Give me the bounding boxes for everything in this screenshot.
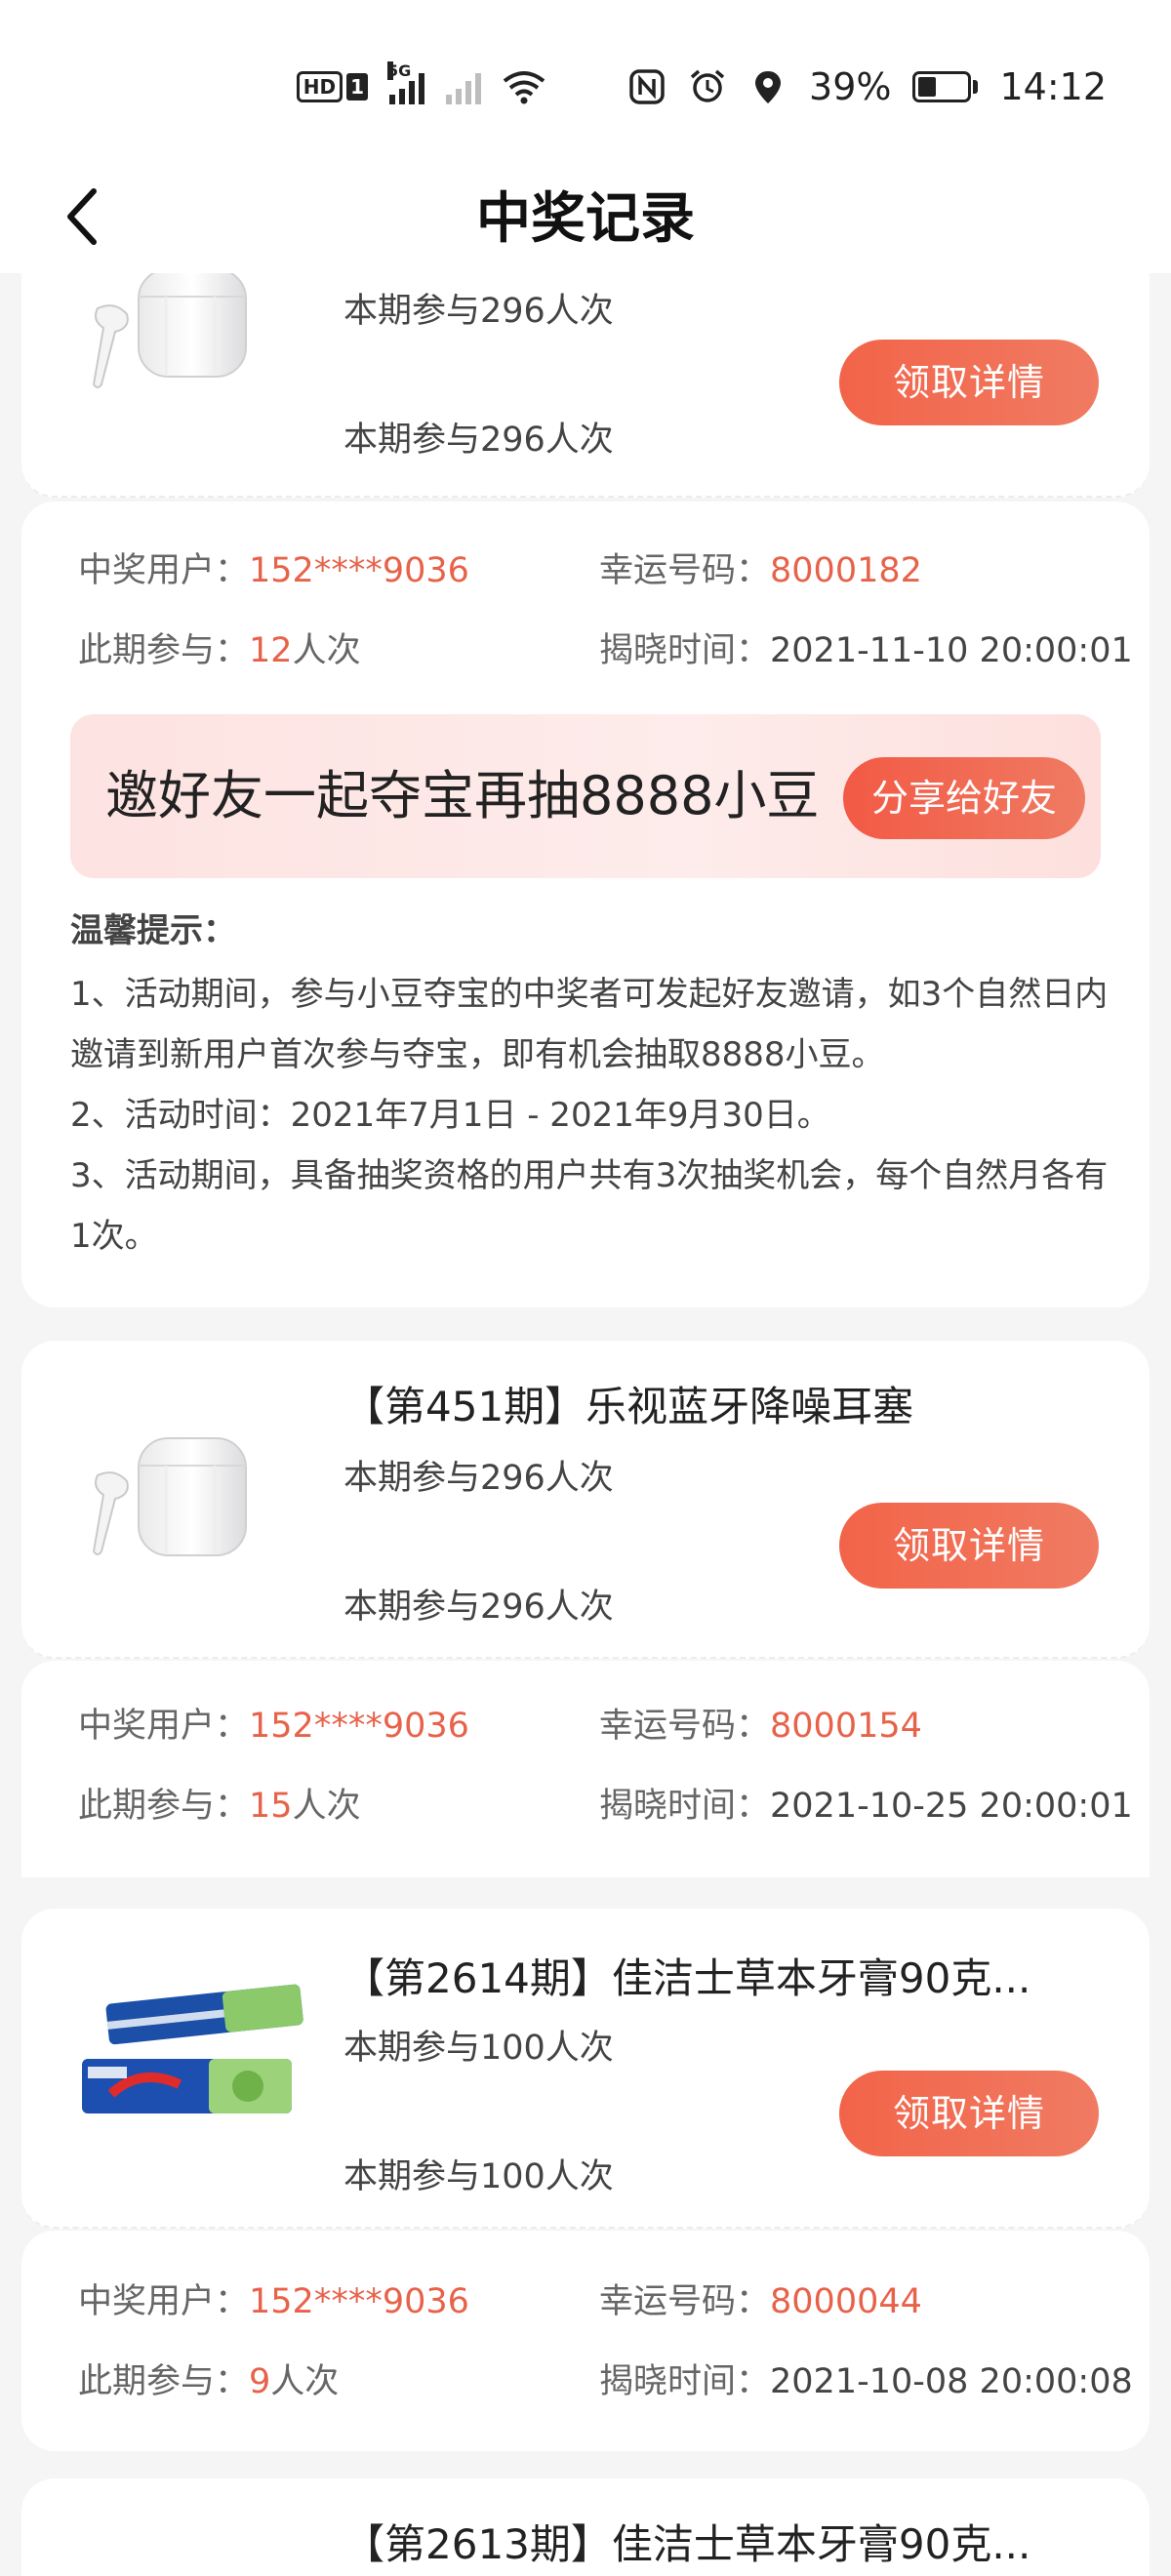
winner-user-value: 152****9036 xyxy=(249,1707,469,1746)
back-arrow-icon xyxy=(67,188,97,245)
winner-user-label: 中奖用户： xyxy=(78,2282,250,2321)
claim-details-button[interactable]: 领取详情 xyxy=(839,340,1099,425)
hd-icon: HD 1 xyxy=(296,71,369,102)
share-to-friends-button[interactable]: 分享给好友 xyxy=(843,757,1085,839)
invite-banner-text: 邀好友一起夺宝再抽8888小豆 xyxy=(105,765,820,826)
winner-user-label: 中奖用户： xyxy=(78,551,250,590)
winner-user-field: 中奖用户：152****9036 xyxy=(78,2274,469,2323)
signal-strength-icon: 5G xyxy=(387,61,425,104)
lucky-number-label: 幸运号码： xyxy=(599,1707,771,1746)
reveal-time-label: 揭晓时间： xyxy=(599,2362,771,2401)
lucky-number-value: 8000044 xyxy=(770,2282,922,2321)
prize-card-4[interactable]: 【第2613期】佳洁士草本牙膏90克... xyxy=(21,2478,1150,2576)
nav-header: 中奖记录 xyxy=(0,166,1171,273)
prize-title: 【第2613期】佳洁士草本牙膏90克... xyxy=(343,2520,1031,2568)
page-title: 中奖记录 xyxy=(476,187,695,251)
alarm-icon xyxy=(690,69,725,102)
winner-user-field: 中奖用户：152****9036 xyxy=(78,1698,469,1748)
participation-count: 本期参与296人次 xyxy=(343,421,614,460)
participation-count: 本期参与100人次 xyxy=(343,2157,614,2196)
reveal-time-value: 2021-10-08 20:00:08 xyxy=(770,2362,1133,2401)
lucky-number-field: 幸运号码：8000044 xyxy=(599,2274,922,2323)
winning-info-card-3: 中奖用户：152****9036 幸运号码：8000044 此期参与：9人次 揭… xyxy=(21,2231,1150,2451)
participation-count: 本期参与296人次 xyxy=(343,1459,614,1498)
joined-count-value: 12 xyxy=(249,631,293,670)
battery-icon xyxy=(912,71,979,102)
winner-user-label: 中奖用户： xyxy=(78,1707,250,1746)
back-button[interactable] xyxy=(43,178,121,256)
lucky-number-value: 8000182 xyxy=(770,551,922,590)
joined-count-field: 此期参与：9人次 xyxy=(78,2354,339,2403)
signal-strength-sim2-icon xyxy=(446,69,482,104)
reveal-time-label: 揭晓时间： xyxy=(599,1787,771,1826)
winner-user-field: 中奖用户：152****9036 xyxy=(78,543,469,592)
joined-count-field: 此期参与：15人次 xyxy=(78,1778,361,1828)
prize-title: 【第2614期】佳洁士草本牙膏90克... xyxy=(343,1954,1031,2002)
sim-label: 1 xyxy=(346,73,369,101)
joined-count-value: 9 xyxy=(249,2362,271,2401)
lucky-number-field: 幸运号码：8000182 xyxy=(599,543,922,592)
toothpaste-product-image xyxy=(82,1984,303,2113)
joined-count-label: 此期参与： xyxy=(78,1787,250,1826)
participation-count: 本期参与100人次 xyxy=(343,2029,614,2068)
reveal-time-value: 2021-11-10 20:00:01 xyxy=(770,631,1133,670)
wifi-icon xyxy=(503,71,545,104)
reveal-time-field: 揭晓时间：2021-10-08 20:00:08 xyxy=(599,2354,1133,2403)
lucky-number-field: 幸运号码：8000154 xyxy=(599,1698,922,1748)
winning-info-card-2: 中奖用户：152****9036 幸运号码：8000154 此期参与：15人次 … xyxy=(21,1661,1150,1877)
clock-time: 14:12 xyxy=(999,65,1107,108)
participation-count: 本期参与296人次 xyxy=(343,292,614,331)
joined-count-field: 此期参与：12人次 xyxy=(78,623,361,672)
prize-card-3[interactable]: 【第2614期】佳洁士草本牙膏90克... 本期参与100人次 本期参与100人… xyxy=(21,1909,1150,2229)
tips-title: 温馨提示： xyxy=(70,911,236,950)
winning-info-card-1: 中奖用户：152****9036 幸运号码：8000182 此期参与：12人次 … xyxy=(21,502,1150,1308)
winner-user-value: 152****9036 xyxy=(249,2282,469,2321)
prize-title: 【第451期】乐视蓝牙降噪耳塞 xyxy=(343,1383,914,1430)
winner-user-value: 152****9036 xyxy=(249,551,469,590)
status-bar: HD 1 5G 39% 14:12 xyxy=(0,0,1171,166)
joined-count-value: 15 xyxy=(249,1787,293,1826)
reveal-time-field: 揭晓时间：2021-10-25 20:00:01 xyxy=(599,1778,1133,1828)
status-icons: HD 1 5G 39% 14:12 xyxy=(296,61,1107,111)
lucky-number-label: 幸运号码： xyxy=(599,551,771,590)
prize-card-2[interactable]: 【第451期】乐视蓝牙降噪耳塞 本期参与296人次 本期参与296人次 领取详情 xyxy=(21,1341,1150,1659)
earbuds-product-image xyxy=(92,1437,247,1556)
battery-percent: 39% xyxy=(809,65,892,108)
invite-friends-banner[interactable]: 邀好友一起夺宝再抽8888小豆 分享给好友 xyxy=(70,714,1101,878)
location-icon xyxy=(755,71,782,103)
participation-count: 本期参与296人次 xyxy=(343,1588,614,1627)
reveal-time-value: 2021-10-25 20:00:01 xyxy=(770,1787,1133,1826)
joined-count-unit: 人次 xyxy=(270,2362,340,2401)
tip-item: 3、活动期间，具备抽奖资格的用户共有3次抽奖机会，每个自然月各有1次。 xyxy=(70,1156,1109,1256)
lucky-number-value: 8000154 xyxy=(770,1707,922,1746)
claim-details-button[interactable]: 领取详情 xyxy=(839,1503,1099,1589)
tips-body: 1、活动期间，参与小豆夺宝的中奖者可发起好友邀请，如3个自然日内邀请到新用户首次… xyxy=(70,964,1114,1267)
app-screen: 本期参与296人次 本期参与296人次 领取详情 中奖用户：152****903… xyxy=(0,0,1171,2576)
reveal-time-field: 揭晓时间：2021-11-10 20:00:01 xyxy=(599,623,1133,672)
joined-count-unit: 人次 xyxy=(292,1787,361,1826)
hd-label: HD xyxy=(296,71,343,102)
lucky-number-label: 幸运号码： xyxy=(599,2282,771,2321)
earbuds-product-image xyxy=(92,268,247,388)
joined-count-label: 此期参与： xyxy=(78,631,250,670)
reveal-time-label: 揭晓时间： xyxy=(599,631,771,670)
network-type-label: 5G xyxy=(387,61,412,80)
tip-item: 2、活动时间：2021年7月1日 - 2021年9月30日。 xyxy=(70,1096,830,1135)
joined-count-label: 此期参与： xyxy=(78,2362,250,2401)
nfc-icon xyxy=(629,69,665,104)
joined-count-unit: 人次 xyxy=(292,631,361,670)
claim-details-button[interactable]: 领取详情 xyxy=(839,2071,1099,2156)
tip-item: 1、活动期间，参与小豆夺宝的中奖者可发起好友邀请，如3个自然日内邀请到新用户首次… xyxy=(70,975,1109,1074)
